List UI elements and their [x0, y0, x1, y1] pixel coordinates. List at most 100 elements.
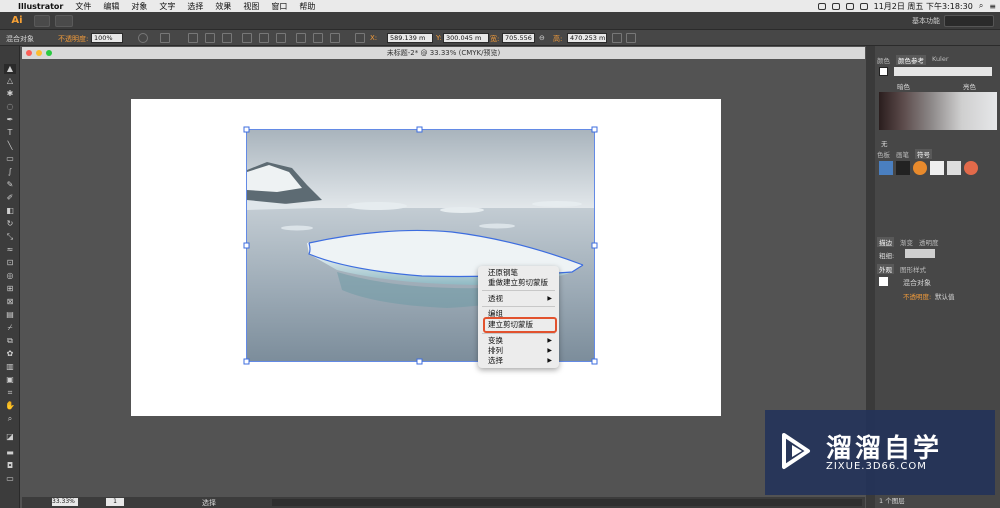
- screen-mode-icon[interactable]: ▭: [4, 474, 16, 484]
- perspective-grid-icon[interactable]: ⊞: [4, 284, 16, 294]
- bridge-icon[interactable]: [34, 15, 50, 27]
- line-tool-icon[interactable]: ╲: [4, 141, 16, 151]
- appearance-opacity-label[interactable]: 不透明度:: [903, 291, 931, 301]
- menu-view[interactable]: 视图: [237, 1, 265, 12]
- align-to-icon[interactable]: [160, 33, 170, 43]
- align-center-icon[interactable]: [205, 33, 215, 43]
- menu-item-select[interactable]: 选择 ▶: [488, 356, 554, 366]
- lasso-icon[interactable]: ◌: [4, 102, 16, 112]
- symbol-thumb[interactable]: [879, 161, 893, 175]
- slice-icon[interactable]: ⌗: [4, 388, 16, 398]
- mesh-icon[interactable]: ⊠: [4, 297, 16, 307]
- tab-graphic-styles[interactable]: 图形样式: [900, 264, 926, 274]
- column-graph-icon[interactable]: ▥: [4, 362, 16, 372]
- align-left-icon[interactable]: [188, 33, 198, 43]
- align-bottom-icon[interactable]: [276, 33, 286, 43]
- rotate-icon[interactable]: ↻: [4, 219, 16, 229]
- menu-file[interactable]: 文件: [69, 1, 97, 12]
- menubar-clock[interactable]: 11月2日 周五 下午3:18:30: [874, 1, 973, 12]
- page-field[interactable]: 1: [106, 498, 124, 506]
- menu-edit[interactable]: 编辑: [97, 1, 125, 12]
- free-transform-icon[interactable]: ⊡: [4, 258, 16, 268]
- align-right-icon[interactable]: [222, 33, 232, 43]
- selection-tool-icon[interactable]: ▲: [4, 64, 16, 74]
- blend-icon[interactable]: ⧉: [4, 336, 16, 346]
- transform-reference-icon[interactable]: [355, 33, 365, 43]
- scale-icon[interactable]: ⤡: [4, 232, 16, 242]
- zoom-window-icon[interactable]: [46, 50, 52, 56]
- wechat-icon[interactable]: [817, 2, 826, 10]
- menu-window[interactable]: 窗口: [265, 1, 293, 12]
- shape-builder-icon[interactable]: ◎: [4, 271, 16, 281]
- menu-app-name[interactable]: Illustrator: [12, 2, 69, 11]
- symbol-thumb[interactable]: [947, 161, 961, 175]
- zoom-field[interactable]: 33.33%: [52, 498, 78, 506]
- isolate-icon[interactable]: [612, 33, 622, 43]
- distribute-bottom-icon[interactable]: [330, 33, 340, 43]
- tab-swatches[interactable]: 色板: [877, 149, 890, 159]
- warp-icon[interactable]: ≈: [4, 245, 16, 255]
- menu-effect[interactable]: 效果: [209, 1, 237, 12]
- draw-mode-icon[interactable]: ◘: [4, 461, 16, 471]
- tab-transparency[interactable]: 透明度: [919, 237, 939, 247]
- qq-icon[interactable]: [831, 2, 840, 10]
- stroke-weight-field[interactable]: [905, 249, 935, 258]
- link-proportions-icon[interactable]: ⊖: [539, 34, 545, 42]
- tab-color[interactable]: 颜色: [877, 55, 890, 65]
- align-top-icon[interactable]: [242, 33, 252, 43]
- tab-symbols[interactable]: 符号: [915, 149, 932, 159]
- menu-object[interactable]: 对象: [125, 1, 153, 12]
- menu-item-redo-clipping-mask[interactable]: 重做建立剪切蒙版: [488, 278, 554, 288]
- wifi-icon[interactable]: [845, 2, 854, 10]
- tab-stroke[interactable]: 描边: [877, 237, 894, 247]
- eyedropper-icon[interactable]: ⌿: [4, 323, 16, 333]
- menu-item-perspective[interactable]: 透视 ▶: [488, 294, 554, 304]
- close-window-icon[interactable]: [26, 50, 32, 56]
- search-icon[interactable]: ⌕: [979, 1, 983, 11]
- minimize-window-icon[interactable]: [36, 50, 42, 56]
- pen-tool-icon[interactable]: ✒: [4, 115, 16, 125]
- horizontal-scrollbar[interactable]: [272, 499, 862, 506]
- panel-menu-icon[interactable]: [626, 33, 636, 43]
- menu-item-transform[interactable]: 变换 ▶: [488, 336, 554, 346]
- align-middle-icon[interactable]: [259, 33, 269, 43]
- tab-kuler[interactable]: Kuler: [932, 55, 949, 65]
- menu-item-undo-pen[interactable]: 还原钢笔: [488, 268, 554, 278]
- fill-stroke-icon[interactable]: ◪: [4, 432, 16, 442]
- eraser-icon[interactable]: ◧: [4, 206, 16, 216]
- symbol-thumb[interactable]: [930, 161, 944, 175]
- tab-appearance[interactable]: 外观: [877, 264, 894, 274]
- status-text[interactable]: 选择: [202, 498, 216, 508]
- opacity-field[interactable]: 100%: [91, 33, 123, 43]
- symbol-sprayer-icon[interactable]: ✿: [4, 349, 16, 359]
- distribute-icon[interactable]: [296, 33, 306, 43]
- direct-selection-tool-icon[interactable]: △: [4, 76, 16, 86]
- opacity-label[interactable]: 不透明度:: [58, 34, 88, 44]
- gradient-icon[interactable]: ▤: [4, 310, 16, 320]
- symbol-thumb[interactable]: [896, 161, 910, 175]
- x-field[interactable]: 589.139 m: [387, 33, 433, 43]
- tab-color-guide[interactable]: 颜色参考: [896, 55, 926, 65]
- menu-select[interactable]: 选择: [181, 1, 209, 12]
- menu-item-arrange[interactable]: 排列 ▶: [488, 346, 554, 356]
- tab-gradient[interactable]: 渐变: [900, 237, 913, 247]
- zoom-tool-icon[interactable]: ⌕: [4, 414, 16, 424]
- workspace-switcher[interactable]: 基本功能: [912, 16, 940, 26]
- rectangle-tool-icon[interactable]: ▭: [4, 154, 16, 164]
- help-search-input[interactable]: [944, 15, 994, 27]
- artboard-tool-icon[interactable]: ▣: [4, 375, 16, 385]
- harmony-rules-bar[interactable]: [894, 67, 992, 76]
- menu-type[interactable]: 文字: [153, 1, 181, 12]
- paintbrush-icon[interactable]: ∫: [4, 167, 16, 177]
- blob-brush-icon[interactable]: ✐: [4, 193, 16, 203]
- arrange-documents-icon[interactable]: [55, 15, 73, 27]
- width-field[interactable]: 705.556 m: [502, 33, 535, 43]
- symbol-thumb[interactable]: [913, 161, 927, 175]
- magic-wand-icon[interactable]: ✱: [4, 89, 16, 99]
- distribute-center-icon[interactable]: [313, 33, 323, 43]
- height-field[interactable]: 470.253 m: [567, 33, 607, 43]
- recolor-icon[interactable]: [138, 33, 148, 43]
- battery-icon[interactable]: [859, 2, 868, 10]
- tab-brushes[interactable]: 画笔: [896, 149, 909, 159]
- fill-swatch[interactable]: [879, 67, 888, 76]
